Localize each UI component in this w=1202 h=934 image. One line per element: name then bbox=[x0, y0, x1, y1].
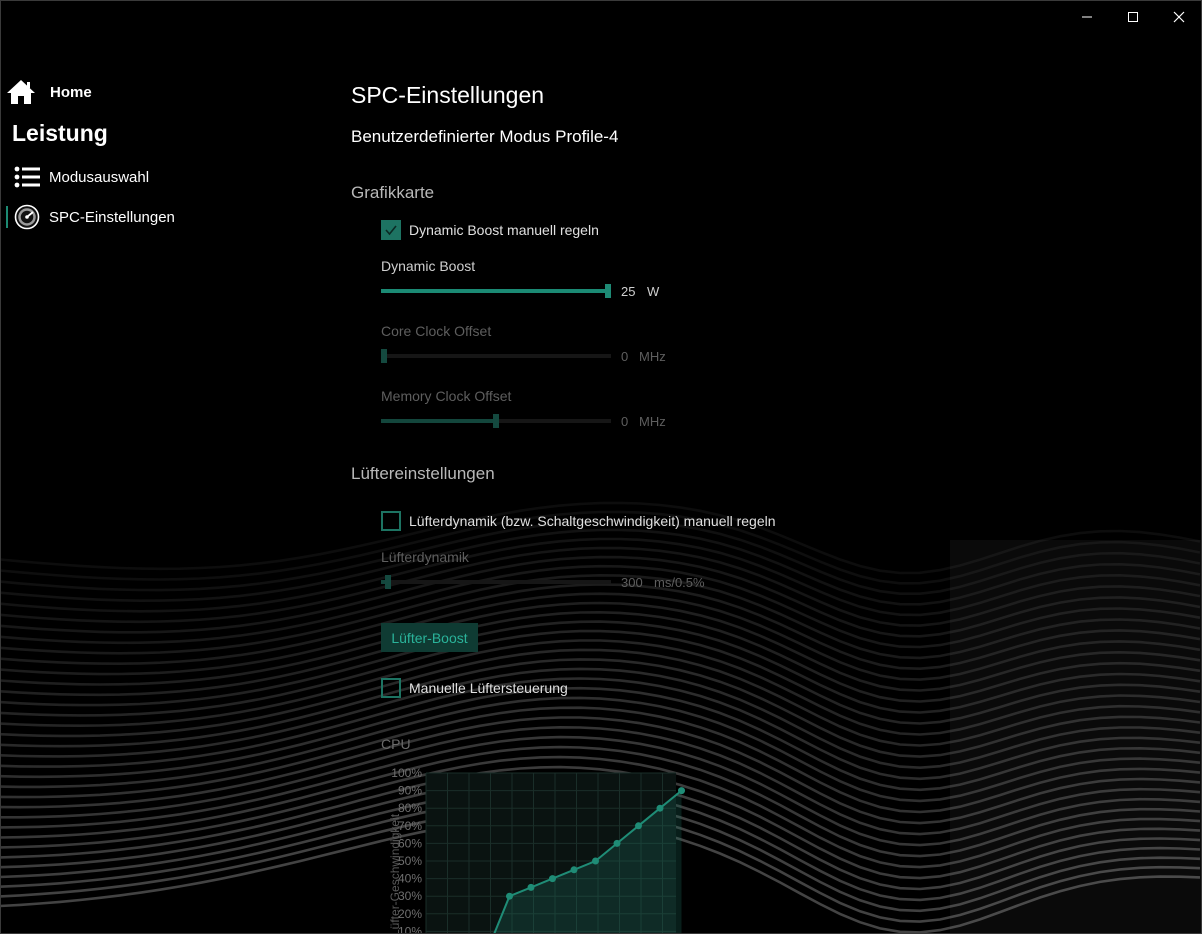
maximize-button[interactable] bbox=[1110, 0, 1156, 34]
minimize-icon bbox=[1082, 16, 1092, 18]
nav-home-label: Home bbox=[50, 83, 92, 101]
sidebar: Home Leistung Modusauswahl SPC-Einstellu… bbox=[0, 0, 320, 934]
sidebar-item-label: Modusauswahl bbox=[49, 168, 150, 186]
slider-thumb[interactable] bbox=[605, 284, 611, 298]
close-icon bbox=[1173, 11, 1185, 23]
manual-fan-control-checkbox-row[interactable]: Manuelle Lüftersteuerung bbox=[381, 678, 568, 698]
dynamic-boost-label: Dynamic Boost bbox=[381, 258, 476, 274]
slider-track bbox=[381, 580, 611, 584]
fan-boost-button[interactable]: Lüfter-Boost bbox=[381, 623, 478, 652]
slider-fill bbox=[381, 289, 608, 293]
memory-clock-offset-unit: MHz bbox=[639, 414, 666, 429]
sidebar-item-modusauswahl[interactable]: Modusauswahl bbox=[14, 166, 149, 188]
active-indicator bbox=[6, 206, 8, 228]
fan-dynamics-checkbox-row[interactable]: Lüfterdynamik (bzw. Schaltgeschwindigkei… bbox=[381, 511, 776, 531]
maximize-icon bbox=[1128, 12, 1138, 22]
core-clock-offset-unit: MHz bbox=[639, 349, 666, 364]
curve-point[interactable] bbox=[549, 875, 556, 883]
curve-point[interactable] bbox=[656, 804, 664, 812]
dynamic-boost-checkbox-row[interactable]: Dynamic Boost manuell regeln bbox=[381, 220, 599, 240]
cpu-chart-label: CPU bbox=[381, 736, 411, 752]
dynamic-boost-checkbox[interactable] bbox=[381, 220, 401, 240]
core-clock-offset-slider[interactable] bbox=[381, 349, 611, 363]
y-tick-label: 90% bbox=[398, 784, 422, 798]
slider-thumb[interactable] bbox=[381, 349, 387, 363]
cpu-fan-curve-chart[interactable]: 100%90%80%70%60%50%40%30%20%10%Lüfter-Ge… bbox=[381, 760, 711, 934]
dynamic-boost-slider[interactable] bbox=[381, 284, 611, 298]
slider-thumb[interactable] bbox=[493, 414, 499, 428]
curve-point[interactable] bbox=[570, 866, 578, 874]
slider-thumb[interactable] bbox=[384, 575, 391, 589]
fan-dynamics-checkbox-label: Lüfterdynamik (bzw. Schaltgeschwindigkei… bbox=[409, 513, 776, 529]
memory-clock-offset-label: Memory Clock Offset bbox=[381, 388, 512, 404]
curve-point[interactable] bbox=[613, 839, 621, 847]
manual-fan-control-checkbox-label: Manuelle Lüftersteuerung bbox=[409, 680, 568, 696]
fan-dynamics-value: 300 bbox=[621, 575, 643, 590]
fan-section-heading: Lüftereinstellungen bbox=[351, 464, 495, 483]
minimize-button[interactable] bbox=[1064, 0, 1110, 34]
fan-dynamics-checkbox[interactable] bbox=[381, 511, 401, 531]
memory-clock-offset-slider[interactable] bbox=[381, 414, 611, 428]
dynamic-boost-checkbox-label: Dynamic Boost manuell regeln bbox=[409, 222, 599, 238]
curve-point[interactable] bbox=[592, 857, 599, 865]
curve-point[interactable] bbox=[527, 883, 535, 891]
sidebar-item-spc-einstellungen[interactable]: SPC-Einstellungen bbox=[14, 204, 175, 230]
curve-point[interactable] bbox=[678, 787, 685, 795]
curve-point[interactable] bbox=[635, 822, 642, 830]
title-bar-controls bbox=[1064, 0, 1202, 34]
fan-dynamics-label: Lüfterdynamik bbox=[381, 549, 469, 565]
main-content: SPC-Einstellungen Benutzerdefinierter Mo… bbox=[351, 0, 1202, 934]
fan-dynamics-slider[interactable] bbox=[381, 575, 611, 589]
dynamic-boost-unit: W bbox=[647, 284, 660, 299]
profile-subtitle: Benutzerdefinierter Modus Profile-4 bbox=[351, 127, 619, 146]
y-axis-label: Lüfter-Geschwindigkeit bbox=[388, 813, 402, 934]
y-tick-label: 80% bbox=[398, 801, 422, 815]
manual-fan-control-checkbox[interactable] bbox=[381, 678, 401, 698]
core-clock-offset-label: Core Clock Offset bbox=[381, 323, 492, 339]
curve-point[interactable] bbox=[506, 892, 513, 900]
page-title: SPC-Einstellungen bbox=[351, 82, 545, 108]
memory-clock-offset-value: 0 bbox=[621, 414, 629, 429]
checkmark-icon bbox=[385, 225, 397, 236]
nav-home[interactable]: Home bbox=[6, 78, 92, 106]
gauge-icon bbox=[14, 204, 40, 230]
nav-section-title: Leistung bbox=[12, 120, 108, 146]
sidebar-item-label: SPC-Einstellungen bbox=[49, 208, 175, 226]
close-button[interactable] bbox=[1156, 0, 1202, 34]
home-icon bbox=[7, 80, 35, 104]
core-clock-offset-value: 0 bbox=[621, 349, 629, 364]
y-tick-label: 100% bbox=[391, 766, 422, 780]
dynamic-boost-value: 25 bbox=[621, 284, 636, 299]
slider-track bbox=[381, 354, 611, 358]
slider-fill bbox=[381, 419, 496, 423]
gpu-section-heading: Grafikkarte bbox=[351, 183, 435, 202]
list-icon bbox=[14, 166, 40, 188]
fan-dynamics-unit: ms/0.5% bbox=[654, 575, 705, 590]
